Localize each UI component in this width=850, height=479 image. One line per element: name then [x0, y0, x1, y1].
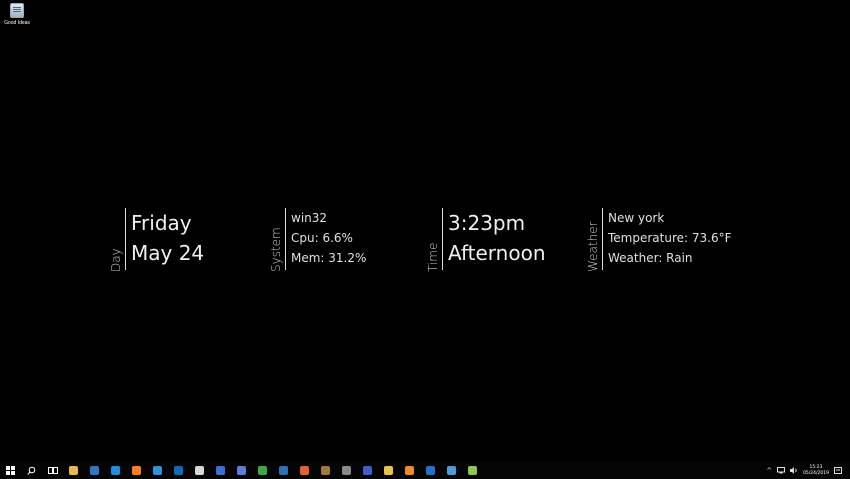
terminal-icon	[342, 466, 351, 475]
taskbar-app-chrome[interactable]	[378, 462, 399, 479]
taskbar-app-vscode[interactable]	[147, 462, 168, 479]
document-icon	[216, 466, 225, 475]
task-view-icon	[47, 467, 58, 474]
chrome-icon	[384, 466, 393, 475]
task-view-button[interactable]	[42, 462, 63, 479]
day-name: Friday	[131, 211, 192, 235]
system-memory: Mem: 31.2%	[291, 251, 367, 265]
volume-icon[interactable]	[790, 467, 798, 474]
steam-icon	[90, 466, 99, 475]
inkscape-icon	[195, 466, 204, 475]
clock-date: 05/24/2019	[803, 470, 829, 476]
system-tray: ^ 15:23 05/24/2019	[766, 462, 842, 479]
search-button[interactable]	[21, 462, 42, 479]
paint-icon	[447, 466, 456, 475]
network-icon	[258, 466, 267, 475]
time-value: 3:23pm	[448, 211, 526, 235]
system-platform: win32	[291, 211, 328, 225]
outlook-icon	[426, 466, 435, 475]
taskbar-app-outlook[interactable]	[168, 462, 189, 479]
network-icon[interactable]	[777, 467, 786, 474]
taskbar-app-powershell[interactable]	[357, 462, 378, 479]
window-app-icon	[237, 466, 246, 475]
weather-side-label: Weather	[586, 221, 600, 272]
desktop-icon-good-ideas[interactable]: Good Ideas	[3, 3, 31, 26]
taskbar-app-edge[interactable]	[105, 462, 126, 479]
taskbar-app-remote-desktop[interactable]	[273, 462, 294, 479]
firefox-icon	[132, 466, 141, 475]
vscode-icon	[153, 466, 162, 475]
taskbar-app-steam[interactable]	[84, 462, 105, 479]
desktop-icon-label: Good Ideas	[4, 20, 30, 26]
folder-icon	[69, 466, 78, 475]
outlook-icon	[174, 466, 183, 475]
notepad-icon	[468, 466, 477, 475]
remote-icon	[279, 466, 288, 475]
taskbar-app-notepad-app[interactable]	[462, 462, 483, 479]
taskbar-app-paint-app[interactable]	[441, 462, 462, 479]
taskbar-app-inkscape[interactable]	[189, 462, 210, 479]
taskbar: ^ 15:23 05/24/2019	[0, 462, 850, 479]
system-cpu: Cpu: 6.6%	[291, 231, 353, 245]
day-side-label: Day	[109, 248, 123, 272]
taskbar-app-terminal[interactable]	[336, 462, 357, 479]
weather-condition: Weather: Rain	[608, 251, 693, 265]
time-period: Afternoon	[448, 241, 546, 265]
search-icon	[27, 466, 36, 475]
text-document-icon	[10, 3, 24, 18]
system-side-label: System	[269, 227, 283, 272]
day-date: May 24	[131, 241, 205, 265]
taskbar-app-blender[interactable]	[399, 462, 420, 479]
show-hidden-icons-chevron[interactable]: ^	[766, 467, 772, 475]
taskbar-app-network-app[interactable]	[252, 462, 273, 479]
powershell-icon	[363, 466, 372, 475]
archive-icon	[321, 466, 330, 475]
taskbar-app-firefox[interactable]	[126, 462, 147, 479]
taskbar-clock[interactable]: 15:23 05/24/2019	[803, 465, 829, 477]
taskbar-app-outlook-2[interactable]	[420, 462, 441, 479]
weather-temperature: Temperature: 73.6°F	[608, 231, 732, 245]
edge-icon	[111, 466, 120, 475]
time-side-label: Time	[426, 242, 440, 272]
start-button[interactable]	[0, 462, 21, 479]
divider	[285, 208, 286, 270]
taskbar-app-virtualbox[interactable]	[231, 462, 252, 479]
notifications-icon[interactable]	[834, 466, 842, 475]
taskbar-app-document-app[interactable]	[210, 462, 231, 479]
divider	[442, 208, 443, 270]
taskbar-app-archive-app[interactable]	[315, 462, 336, 479]
windows-logo-icon	[6, 466, 15, 475]
weather-city: New york	[608, 211, 665, 225]
blender-icon	[405, 466, 414, 475]
divider	[125, 208, 126, 270]
taskbar-app-presentation-app[interactable]	[294, 462, 315, 479]
divider	[602, 208, 603, 270]
presentation-icon	[300, 466, 309, 475]
taskbar-app-file-explorer[interactable]	[63, 462, 84, 479]
